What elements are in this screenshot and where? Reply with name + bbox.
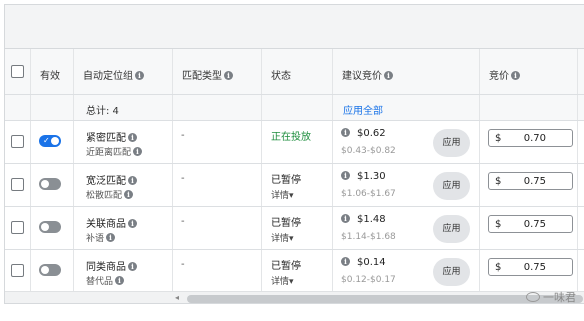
info-icon[interactable]: i	[135, 71, 144, 80]
suggested-bid-range: $1.14-$1.68	[341, 232, 396, 242]
info-icon[interactable]: i	[128, 219, 137, 228]
enabled-toggle[interactable]: ✓	[39, 135, 61, 147]
caret-down-icon: ▾	[289, 234, 294, 244]
match-type-value: -	[181, 216, 185, 227]
info-icon[interactable]: i	[115, 276, 125, 285]
info-icon[interactable]: i	[224, 71, 233, 80]
table-row: 同类商品 i 替代品 i - 已暂停 详情▾ i $0.14 $0.12-$0.17 …	[5, 250, 584, 293]
info-icon[interactable]: i	[133, 147, 143, 156]
info-icon[interactable]: i	[128, 262, 137, 271]
enabled-toggle[interactable]	[39, 178, 61, 190]
scrollbar-thumb[interactable]	[187, 295, 583, 303]
status-badge: 已暂停	[271, 261, 301, 272]
column-header-match-type[interactable]: 匹配类型 i	[182, 67, 233, 82]
bid-input[interactable]: $0.75	[488, 258, 573, 276]
suggested-bid-range: $0.12-$0.17	[341, 275, 396, 285]
suggested-bid-range: $1.06-$1.67	[341, 189, 396, 199]
enabled-toggle[interactable]	[39, 221, 61, 233]
match-type-value: -	[181, 259, 185, 270]
apply-all-link[interactable]: 应用全部	[343, 102, 383, 117]
bid-value: 0.75	[523, 219, 546, 230]
suggested-bid-range: $0.43-$0.82	[341, 146, 396, 156]
enabled-toggle[interactable]	[39, 264, 61, 276]
target-group-subname: 近距离匹配 i	[86, 145, 143, 158]
suggested-bid-value: i $1.30	[341, 171, 386, 182]
status-details-link[interactable]: 详情▾	[271, 188, 294, 201]
column-header-status[interactable]: 状态	[271, 67, 291, 82]
apply-button[interactable]: 应用	[433, 215, 470, 243]
column-header-suggested-bid[interactable]: 建议竞价 i	[342, 67, 393, 82]
suggested-bid-value: i $0.62	[341, 128, 386, 139]
info-icon[interactable]: i	[341, 128, 350, 137]
suggested-bid-value: i $0.14	[341, 257, 386, 268]
info-icon[interactable]: i	[341, 257, 350, 266]
bid-value: 0.75	[523, 262, 546, 273]
horizontal-scrollbar[interactable]: ◂	[5, 291, 584, 303]
check-icon: ✓	[43, 136, 50, 145]
target-group-name: 同类商品 i	[86, 258, 137, 273]
column-header-auto-target-group[interactable]: 自动定位组 i	[83, 67, 144, 82]
currency-symbol: $	[495, 262, 502, 273]
table-row: 关联商品 i 补语 i - 已暂停 详情▾ i $1.48 $1.14-$1.68 应…	[5, 207, 584, 250]
bid-input[interactable]: $0.75	[488, 215, 573, 233]
table-row: ✓ 紧密匹配 i 近距离匹配 i - 正在投放 i $0.62 $0.43-$0.82…	[5, 121, 584, 164]
info-icon[interactable]: i	[106, 233, 116, 242]
row-checkbox[interactable]	[11, 135, 24, 148]
currency-symbol: $	[495, 176, 502, 187]
column-header-bid[interactable]: 竞价 i	[489, 67, 520, 82]
info-icon[interactable]: i	[384, 71, 393, 80]
currency-symbol: $	[495, 133, 502, 144]
table-header-row: 有效 自动定位组i 匹配类型i 状态 建议竞价i 竞价i ¥	[5, 49, 584, 95]
target-group-name: 紧密匹配 i	[86, 129, 137, 144]
watermark: 一味君	[526, 289, 576, 305]
match-type-value: -	[181, 173, 185, 184]
target-group-subname: 替代品 i	[86, 274, 125, 287]
select-all-checkbox[interactable]	[11, 65, 24, 78]
info-icon[interactable]: i	[128, 176, 137, 185]
info-icon[interactable]: i	[341, 171, 350, 180]
column-header-enabled: 有效	[40, 71, 60, 82]
status-badge: 已暂停	[271, 175, 301, 186]
apply-button[interactable]: 应用	[433, 172, 470, 200]
status-badge: 正在投放	[271, 132, 311, 143]
info-icon[interactable]: i	[128, 133, 137, 142]
row-checkbox[interactable]	[11, 178, 24, 191]
target-group-subname: 松散匹配 i	[86, 188, 134, 201]
info-icon[interactable]: i	[124, 190, 134, 199]
apply-button[interactable]: 应用	[433, 258, 470, 286]
bid-input[interactable]: $0.75	[488, 172, 573, 190]
match-type-value: -	[181, 130, 185, 141]
bid-value: 0.75	[523, 176, 546, 187]
scroll-left-icon[interactable]: ◂	[175, 293, 179, 302]
table-row: 宽泛匹配 i 松散匹配 i - 已暂停 详情▾ i $1.30 $1.06-$1.67…	[5, 164, 584, 207]
total-count: 总计: 4	[86, 106, 119, 117]
info-icon[interactable]: i	[511, 71, 520, 80]
target-group-name: 关联商品 i	[86, 215, 137, 230]
status-badge: 已暂停	[271, 218, 301, 229]
currency-symbol: $	[495, 219, 502, 230]
caret-down-icon: ▾	[289, 191, 294, 201]
total-row: 总计: 4 应用全部	[5, 95, 584, 121]
info-icon[interactable]: i	[341, 214, 350, 223]
bid-input[interactable]: $0.70	[488, 129, 573, 147]
target-group-subname: 补语 i	[86, 231, 116, 244]
suggested-bid-value: i $1.48	[341, 214, 386, 225]
caret-down-icon: ▾	[289, 277, 294, 287]
targeting-table-panel: 有效 自动定位组i 匹配类型i 状态 建议竞价i 竞价i ¥ 总计: 4 应用全…	[4, 4, 584, 304]
target-group-name: 宽泛匹配 i	[86, 172, 137, 187]
status-details-link[interactable]: 详情▾	[271, 274, 294, 287]
bid-value: 0.70	[523, 133, 546, 144]
row-checkbox[interactable]	[11, 221, 24, 234]
wechat-icon	[526, 292, 540, 302]
status-details-link[interactable]: 详情▾	[271, 231, 294, 244]
row-checkbox[interactable]	[11, 264, 24, 277]
toolbar-strip	[5, 5, 584, 49]
apply-button[interactable]: 应用	[433, 129, 470, 157]
